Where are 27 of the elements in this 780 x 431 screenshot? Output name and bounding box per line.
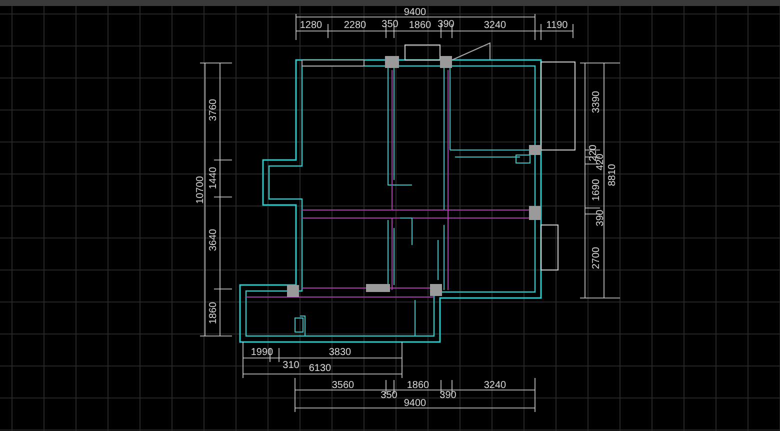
dimension-label: 1860 [408, 20, 432, 31]
dimension-label: 390 [595, 210, 606, 226]
dimension-label: 1860 [406, 380, 430, 391]
dimension-label: 9400 [404, 7, 426, 18]
dimension-label: 350 [380, 390, 398, 401]
dimension-label: 3560 [332, 380, 354, 391]
dimension-label: 9400 [404, 398, 426, 409]
dimension-label: 2700 [591, 246, 602, 270]
dimension-label: 1190 [546, 20, 568, 31]
dimension-label: 310 [282, 360, 300, 371]
dimension-label: 390 [438, 19, 454, 30]
dimension-label: 10700 [195, 176, 206, 204]
dimension-label: 3390 [591, 90, 602, 114]
dimension-label: 1280 [300, 20, 322, 31]
dimension-label: 1440 [208, 166, 219, 190]
dimension-label: 6130 [308, 363, 332, 374]
dimension-label: 3240 [484, 380, 506, 391]
dimension-label: 3830 [328, 347, 352, 358]
dimension-label: 1690 [591, 178, 602, 202]
dimension-label: 3240 [484, 20, 506, 31]
dimension-label: 3640 [208, 228, 219, 252]
dimension-label: 390 [440, 390, 456, 401]
dimension-label: 3760 [208, 98, 219, 122]
dimension-label: 350 [382, 19, 398, 30]
dimension-label: 1860 [208, 302, 219, 324]
dimension-label: 2280 [344, 20, 366, 31]
dimension-label: 8810 [607, 164, 618, 186]
